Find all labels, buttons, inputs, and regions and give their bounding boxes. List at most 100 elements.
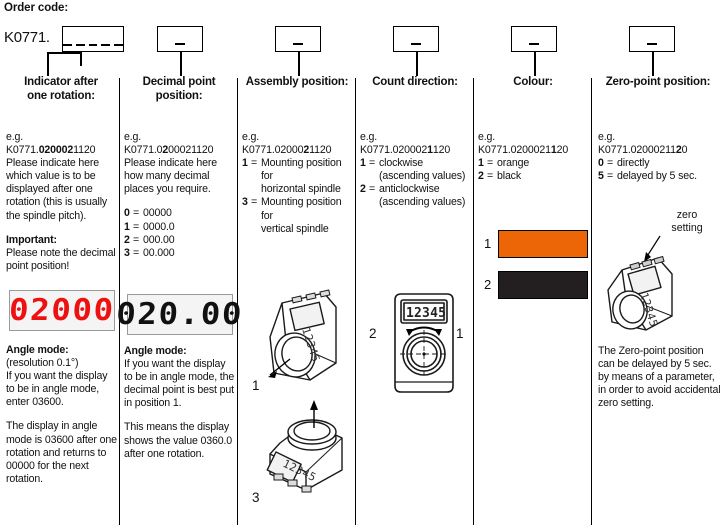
- column1-description: Please indicate here which value is to b…: [6, 157, 108, 222]
- display-red-02000: 02000: [8, 290, 116, 331]
- column-title: Indicator after one rotation:: [24, 76, 98, 102]
- indicator-drawing-vertical: 12345: [266, 400, 343, 493]
- example-code: K0771.0200021120: [360, 144, 451, 157]
- example-code: K0771.0200021120: [124, 144, 214, 157]
- option-row: 2 = 000.00: [124, 233, 175, 246]
- angle-mode-note: The display in angle mode is 03600 after…: [6, 420, 117, 485]
- column6-body: e.g. K0771.0200021120 0 = directly 5 = delay…: [598, 131, 722, 183]
- leader-line-col2: [180, 52, 182, 76]
- option-row: 1 = orange: [478, 157, 530, 170]
- swatch-label-2: 2: [484, 277, 492, 292]
- option-row: 0 = 00000: [124, 207, 172, 220]
- order-code-title: Order code:: [4, 2, 69, 14]
- angle-mode-label: Angle mode:: [6, 344, 69, 356]
- angle-mode-note: This means the display shows the value 0…: [124, 421, 233, 460]
- option-row: 5 = delayed by 5 sec.: [598, 170, 697, 183]
- important-text: Please note the decimal point position!: [6, 246, 116, 272]
- code-dash: [75, 44, 85, 46]
- option-cont: horizontal spindle: [261, 183, 341, 196]
- example-label: e.g.: [598, 131, 616, 143]
- drawing-display-value: 12345: [406, 306, 446, 321]
- angle-mode-label: Angle mode:: [124, 345, 187, 357]
- example-label: e.g.: [242, 131, 260, 143]
- column-assembly-position: Assembly position:: [242, 76, 352, 90]
- code-dash: [647, 43, 657, 45]
- example-code: K0771.0200021120: [478, 144, 569, 157]
- option-row: 1 = clockwise: [360, 157, 423, 170]
- example-label: e.g.: [478, 131, 496, 143]
- option-cont: vertical spindle: [261, 222, 329, 235]
- column2-description: Please indicate here how many decimal pl…: [124, 157, 217, 196]
- leader-line-col4: [416, 52, 418, 76]
- important-label: Important:: [6, 233, 57, 246]
- leader-line-col1: [47, 52, 81, 54]
- example-code: K0771.0200021120: [242, 144, 332, 157]
- option-row: 0 = directly: [598, 157, 650, 170]
- code-dash: [411, 43, 421, 45]
- order-code-box-zeropoint[interactable]: [629, 26, 675, 52]
- option-row: 3 = 00.000: [124, 246, 175, 259]
- example-label: e.g.: [360, 131, 378, 143]
- count-direction-label-right: 1: [456, 326, 464, 341]
- option-row: 3 = Mounting position for: [242, 196, 342, 222]
- order-code-prefix: K0771.: [4, 29, 50, 46]
- code-dash: [88, 44, 98, 46]
- option-row: 1 = 0000.0: [124, 220, 175, 233]
- column5-body: e.g. K0771.0200021120 1 = orange 2 = black: [478, 131, 592, 183]
- zero-point-note: The Zero-point position can be delayed b…: [598, 345, 721, 410]
- column-title: Decimal point position:: [142, 76, 216, 102]
- leader-line-col1: [80, 52, 82, 66]
- indicator-drawing-horizontal: 12345: [268, 289, 337, 381]
- option-row: 2 = black: [478, 170, 521, 183]
- swatch-label-1: 1: [484, 236, 492, 251]
- leader-line-col5: [534, 52, 536, 76]
- code-dash: [529, 43, 539, 45]
- column4-body: e.g. K0771.0200021120 1 = clockwise (ascen…: [360, 131, 474, 210]
- example-code: K0771.0200021120: [598, 144, 688, 157]
- column-title: Colour:: [513, 76, 553, 88]
- column-count-direction: Count direction:: [360, 76, 470, 90]
- column-indicator-after-one-rotation: Indicator after one rotation:: [6, 76, 116, 103]
- leader-line-col6: [652, 52, 654, 76]
- option-cont: (ascending values): [379, 196, 466, 209]
- code-dash: [101, 44, 111, 46]
- example-label: e.g.: [124, 131, 142, 143]
- count-direction-drawing: 12345: [394, 293, 454, 393]
- example-label: e.g.: [6, 131, 24, 143]
- column-colour: Colour:: [478, 76, 588, 90]
- column2-angle-mode: Angle mode: If you want the display to b…: [124, 345, 236, 461]
- code-dash: [175, 43, 185, 45]
- assembly-label-1: 1: [252, 378, 260, 393]
- column1-angle-mode: Angle mode: (resolution 0.1°) If you wan…: [6, 344, 118, 486]
- column-zero-point-position: Zero-point position:: [596, 76, 720, 90]
- column2-body: e.g. K0771.0200021120 Please indicate he…: [124, 131, 236, 260]
- colour-swatch-orange: [498, 230, 588, 258]
- display-black-020-00: 020.00: [116, 294, 244, 335]
- code-dash: [63, 44, 72, 46]
- column3-body: e.g. K0771.0200021120 1 = Mounting positio…: [242, 131, 356, 236]
- code-dash: [293, 43, 303, 45]
- order-code-box-colour[interactable]: [511, 26, 557, 52]
- leader-line-col1: [47, 52, 49, 76]
- order-code-box-direction[interactable]: [393, 26, 439, 52]
- leader-line-col3: [298, 52, 300, 76]
- example-code: K0771.0200021120: [6, 144, 96, 157]
- angle-mode-resolution: (resolution 0.1°): [6, 357, 79, 370]
- option-cont: (ascending values): [379, 170, 466, 183]
- order-code-box-decimal[interactable]: [157, 26, 203, 52]
- column-title: Zero-point position:: [605, 76, 711, 88]
- code-dash: [114, 44, 123, 46]
- option-row: 1 = Mounting position for: [242, 157, 342, 183]
- angle-mode-text: If you want the display to be in angle m…: [6, 370, 108, 409]
- option-row: 2 = anticlockwise: [360, 183, 440, 196]
- order-code-box-main[interactable]: [62, 26, 124, 52]
- assembly-label-3: 3: [252, 490, 260, 505]
- column1-body: e.g. K0771.0200021120 Please indicate he…: [6, 131, 118, 273]
- display-value: 02000: [8, 293, 116, 328]
- zero-setting-drawing: 12345: [607, 235, 673, 331]
- display-value: 020.00: [115, 297, 245, 332]
- order-code-box-assembly[interactable]: [275, 26, 321, 52]
- column-decimal-point-position: Decimal point position:: [124, 76, 234, 103]
- column-title: Count direction:: [372, 76, 458, 88]
- angle-mode-text: If you want the display to be in angle m…: [124, 358, 235, 410]
